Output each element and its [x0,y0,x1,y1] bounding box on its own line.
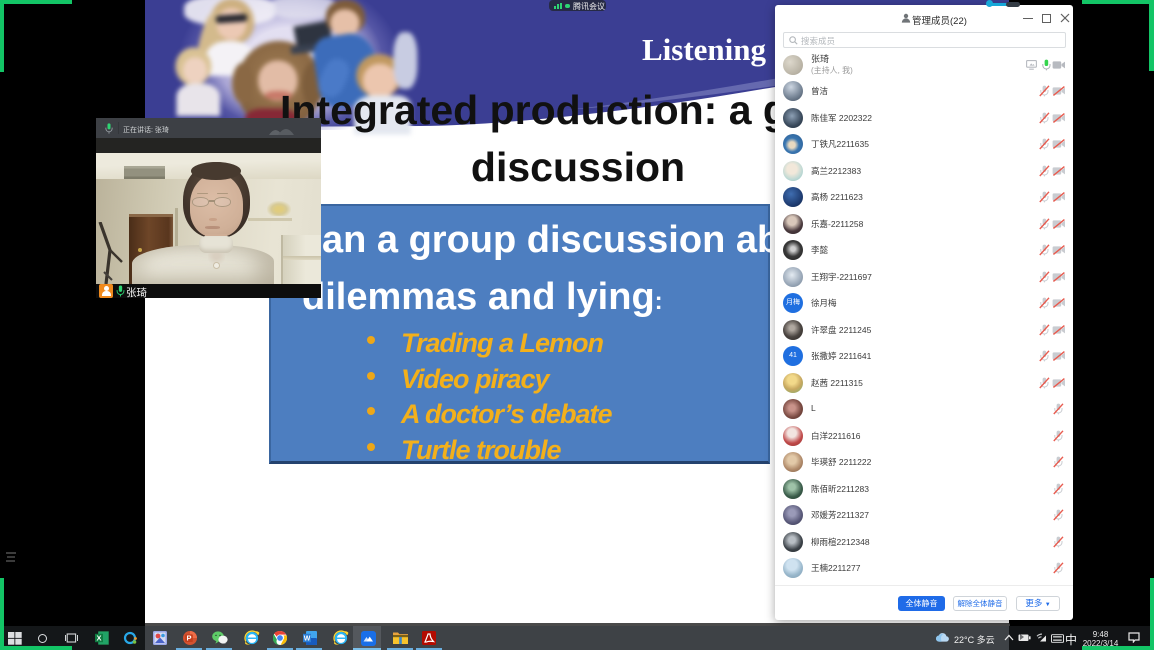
svg-text:W: W [303,636,310,643]
svg-text:P: P [186,634,191,643]
svg-text:X: X [96,634,101,643]
